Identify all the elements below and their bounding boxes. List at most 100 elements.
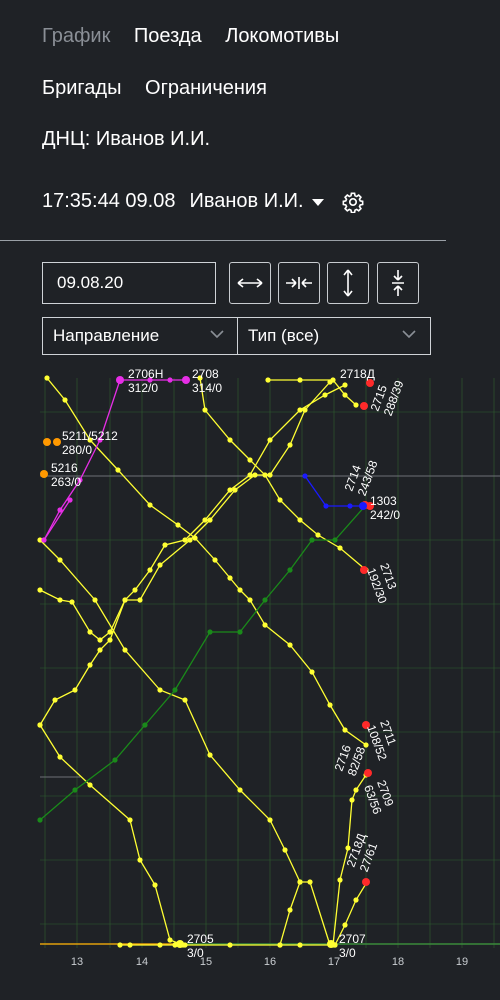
nav-tab-schedule[interactable]: График xyxy=(42,25,110,47)
train-point xyxy=(227,487,233,493)
train-point xyxy=(172,687,178,693)
train-point xyxy=(69,599,75,605)
train-point xyxy=(92,597,98,603)
train-point xyxy=(167,377,173,383)
nav-tab-locomotives[interactable]: Локомотивы xyxy=(225,25,339,47)
train-point xyxy=(207,517,213,523)
train-point xyxy=(115,467,121,473)
train-label[interactable]: 2718Д xyxy=(340,367,375,381)
train-point xyxy=(353,402,359,408)
train-point xyxy=(147,502,153,508)
gear-icon[interactable] xyxy=(342,191,364,213)
train-number: 2705 xyxy=(187,932,214,946)
train-point xyxy=(72,787,78,793)
current-datetime: 17:35:44 09.08 xyxy=(42,190,176,212)
train-label[interactable]: 271682/58 xyxy=(332,740,369,778)
train-point xyxy=(157,562,163,568)
train-point xyxy=(297,517,303,523)
train-point xyxy=(297,942,303,948)
direction-select[interactable]: Направление xyxy=(42,317,238,355)
train-point xyxy=(147,567,153,573)
train-point xyxy=(337,877,343,883)
train-point xyxy=(175,522,181,528)
train-number: 2718Д xyxy=(340,367,375,381)
train-label[interactable]: 2708314/0 xyxy=(192,367,222,395)
train-label[interactable]: 2714243/58 xyxy=(342,453,381,498)
train-label[interactable]: 270963/56 xyxy=(361,778,398,816)
train-point xyxy=(297,377,303,383)
train-point xyxy=(132,587,138,593)
train-point xyxy=(72,687,78,693)
train-point xyxy=(67,497,73,503)
train-point xyxy=(265,377,271,383)
train-point xyxy=(247,457,253,463)
nav-tab-crews[interactable]: Бригады xyxy=(42,77,121,99)
train-point xyxy=(297,879,303,885)
date-input[interactable]: 09.08.20 xyxy=(42,262,216,304)
arrows-collapse-horizontal-icon xyxy=(286,277,312,289)
train-point xyxy=(207,629,213,635)
train-point xyxy=(227,575,233,581)
caret-down-icon[interactable] xyxy=(311,199,324,206)
train-label[interactable]: 2713192/30 xyxy=(364,561,403,605)
x-tick-label: 19 xyxy=(456,956,468,968)
train-info: 280/0 xyxy=(62,443,92,457)
train-point xyxy=(41,537,47,543)
train-info: 312/0 xyxy=(128,381,158,395)
train-origin-marker xyxy=(116,376,124,384)
train-point xyxy=(353,787,359,793)
train-point xyxy=(349,797,355,803)
train-point xyxy=(122,597,128,603)
train-graph-canvas[interactable]: 13 14 15 16 17 18 192706Н312/02708314/05211/52… xyxy=(0,365,500,1000)
train-label[interactable]: 5216263/0 xyxy=(51,461,81,489)
train-point xyxy=(332,537,338,543)
expand-horizontal-button[interactable] xyxy=(229,262,271,304)
train-point xyxy=(237,587,243,593)
train-label[interactable]: 2711108/52 xyxy=(364,718,403,762)
train-point xyxy=(227,437,233,443)
train-point xyxy=(37,587,43,593)
train-point xyxy=(247,597,253,603)
x-tick-label: 13 xyxy=(71,956,83,968)
train-label[interactable]: 27073/0 xyxy=(339,932,366,960)
train-number: 2708 xyxy=(192,367,219,381)
collapse-vertical-button[interactable] xyxy=(377,262,419,304)
train-point xyxy=(267,437,273,443)
nav-tab-restrictions[interactable]: Ограничения xyxy=(145,77,267,99)
train-point xyxy=(97,647,103,653)
nav-row-1: График Поезда Локомотивы xyxy=(42,25,357,48)
user-menu-button[interactable]: Иванов И.И. xyxy=(189,190,303,213)
train-graph[interactable]: 13 14 15 16 17 18 19 2706Н 312/0 2708 314/0 5211/52… xyxy=(0,365,500,1000)
train-point xyxy=(342,922,348,928)
chevron-down-icon xyxy=(402,330,416,339)
train-number: 1303 xyxy=(370,494,397,508)
train-point xyxy=(330,377,336,383)
train-end-marker xyxy=(359,502,367,510)
train-info: 242/0 xyxy=(370,508,400,522)
train-path-2716-lower xyxy=(279,881,301,946)
train-point xyxy=(127,817,133,823)
train-path-freight xyxy=(39,504,367,821)
train-point xyxy=(57,557,63,563)
train-number: 5211/5212 xyxy=(62,429,118,443)
train-label[interactable]: 1303242/0 xyxy=(370,494,400,522)
collapse-horizontal-button[interactable] xyxy=(278,262,320,304)
train-point xyxy=(327,702,333,708)
train-point xyxy=(37,722,43,728)
direction-select-value: Направление xyxy=(53,326,160,345)
train-point xyxy=(62,397,68,403)
train-end-marker xyxy=(362,878,370,886)
train-point xyxy=(315,532,321,538)
train-number: 2707 xyxy=(339,932,366,946)
train-point xyxy=(342,392,348,398)
type-select[interactable]: Тип (все) xyxy=(237,317,431,355)
train-label[interactable]: 2706Н312/0 xyxy=(128,367,163,395)
expand-vertical-button[interactable] xyxy=(327,262,369,304)
nav-tab-trains[interactable]: Поезда xyxy=(134,25,202,47)
train-point xyxy=(252,472,258,478)
train-point xyxy=(342,382,348,388)
train-point xyxy=(363,742,369,748)
train-point xyxy=(207,752,213,758)
dispatcher-label: ДНЦ: Иванов И.И. xyxy=(42,128,211,150)
train-point xyxy=(182,537,188,543)
